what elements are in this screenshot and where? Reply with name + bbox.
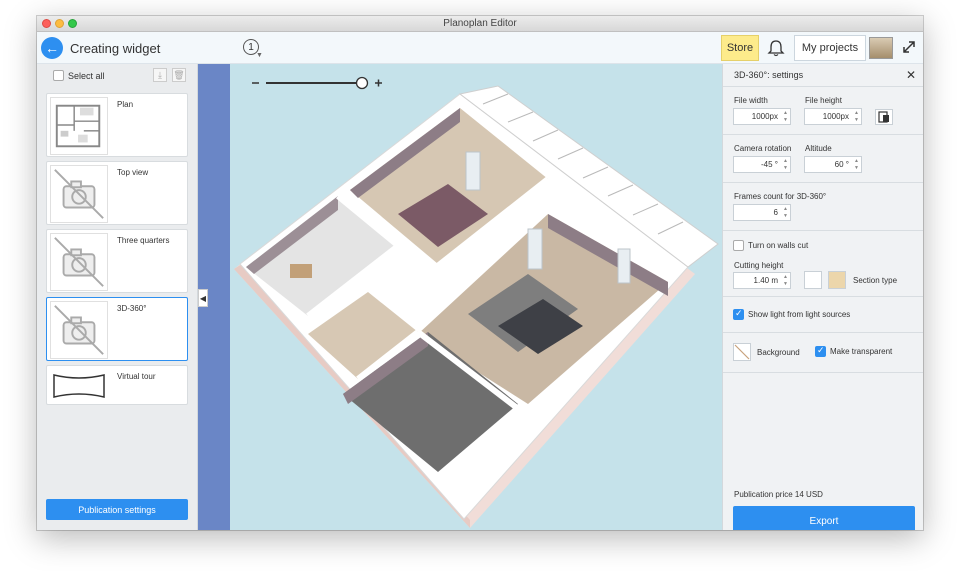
swap-dimensions-button[interactable] xyxy=(875,109,893,125)
background-section: Background Make transparent xyxy=(723,332,923,372)
view-card-top-view[interactable]: Top view xyxy=(46,161,188,225)
no-camera-icon xyxy=(50,165,108,223)
select-all-label: Select all xyxy=(68,70,105,81)
bell-icon[interactable] xyxy=(766,39,786,57)
spinner-arrows-icon[interactable]: ▲ ▼ xyxy=(783,274,788,288)
panorama-icon xyxy=(53,374,105,398)
apartment-3d-render[interactable] xyxy=(198,64,722,530)
walls-cut-section: Turn on walls cut Cutting height 1.40 m … xyxy=(723,230,923,296)
spinner-arrows-icon[interactable]: ▲ ▼ xyxy=(783,110,788,124)
window-title: Planoplan Editor xyxy=(443,18,517,29)
spinner-arrows-icon[interactable]: ▲ ▼ xyxy=(783,206,788,220)
camera-section: Camera rotation -45 ° ▲ ▼ Altitude 60 ° ▲… xyxy=(723,134,923,182)
light-section: Show light from light sources xyxy=(723,296,923,332)
frames-value: 6 xyxy=(773,208,778,217)
no-color-icon xyxy=(734,344,750,360)
3d-viewport[interactable] xyxy=(198,64,722,530)
file-width-value: 1000px xyxy=(751,112,778,121)
settings-panel: 3D-360°: settings ✕ File width 1000px ▲ ▼… xyxy=(722,64,923,530)
file-width-label: File width xyxy=(734,96,768,105)
select-all-checkbox[interactable]: Select all xyxy=(53,70,105,81)
altitude-label: Altitude xyxy=(805,144,832,153)
frames-label: Frames count for 3D-360° xyxy=(734,192,827,201)
publication-price: Publication price 14 USD xyxy=(734,490,823,499)
frames-section: Frames count for 3D-360° 6 ▲ ▼ xyxy=(723,182,923,230)
cutting-height-value: 1.40 m xyxy=(753,276,778,285)
app-window: Planoplan Editor ← Creating widget 1 ▼ S… xyxy=(37,16,923,530)
collapse-panel-button[interactable]: ◀ xyxy=(198,289,208,307)
file-height-label: File height xyxy=(805,96,842,105)
view-card-3d-360[interactable]: 3D-360° xyxy=(46,297,188,361)
my-projects-button[interactable]: My projects xyxy=(794,35,866,61)
view-card-virtual-tour[interactable]: Virtual tour xyxy=(46,365,188,405)
trash-icon[interactable]: 🗑 xyxy=(172,68,186,82)
chevron-down-icon[interactable]: ▼ xyxy=(256,52,263,59)
file-width-input[interactable]: 1000px ▲ ▼ xyxy=(733,108,791,125)
swap-icon xyxy=(878,111,889,123)
spinner-arrows-icon[interactable]: ▲ ▼ xyxy=(854,158,859,172)
section-color-beige[interactable] xyxy=(828,271,846,289)
checkbox[interactable] xyxy=(733,240,744,251)
title-bar: Planoplan Editor xyxy=(37,16,923,32)
view-card-label: 3D-360° xyxy=(117,304,147,313)
walls-cut-label: Turn on walls cut xyxy=(748,241,809,250)
download-icon[interactable]: ⤓ xyxy=(153,68,167,82)
camera-rotation-input[interactable]: -45 ° ▲ ▼ xyxy=(733,156,791,173)
publication-settings-button[interactable]: Publication settings xyxy=(46,499,188,520)
cutting-height-label: Cutting height xyxy=(734,261,784,270)
store-button[interactable]: Store xyxy=(721,35,759,61)
close-icon[interactable]: ✕ xyxy=(906,68,916,82)
view-card-plan[interactable]: Plan xyxy=(46,93,188,157)
divider xyxy=(723,372,923,373)
file-height-value: 1000px xyxy=(822,112,849,121)
settings-title: 3D-360°: settings xyxy=(734,70,804,80)
view-card-label: Three quarters xyxy=(117,236,170,245)
background-label: Background xyxy=(757,348,800,357)
checkbox[interactable] xyxy=(53,70,64,81)
arrow-left-icon: ← xyxy=(45,40,59,56)
altitude-value: 60 ° xyxy=(834,160,849,169)
file-height-input[interactable]: 1000px ▲ ▼ xyxy=(804,108,862,125)
spinner-arrows-icon[interactable]: ▲ ▼ xyxy=(854,110,859,124)
fullscreen-icon[interactable] xyxy=(901,39,917,55)
plan-thumbnail xyxy=(50,97,108,155)
background-color-swatch[interactable] xyxy=(733,343,751,361)
checkbox[interactable] xyxy=(815,345,826,357)
make-transparent-label: Make transparent xyxy=(830,347,893,356)
back-button[interactable]: ← xyxy=(41,37,63,59)
view-card-label: Virtual tour xyxy=(117,372,156,381)
make-transparent-checkbox[interactable]: Make transparent xyxy=(815,345,893,357)
zoom-slider[interactable] xyxy=(252,76,382,90)
show-light-checkbox[interactable]: Show light from light sources xyxy=(733,308,851,320)
file-size-section: File width 1000px ▲ ▼ File height 1000px … xyxy=(723,86,923,134)
camera-rotation-value: -45 ° xyxy=(761,160,778,169)
view-card-label: Plan xyxy=(117,100,134,109)
no-camera-icon xyxy=(50,233,108,291)
export-button[interactable]: Export xyxy=(733,506,915,530)
view-card-three-quarters[interactable]: Three quarters xyxy=(46,229,188,293)
spinner-arrows-icon[interactable]: ▲ ▼ xyxy=(783,158,788,172)
page-title: Creating widget xyxy=(70,41,161,56)
app-header: ← Creating widget 1 ▼ Store My projects xyxy=(37,32,923,64)
camera-rotation-label: Camera rotation xyxy=(734,144,792,153)
view-card-label: Top view xyxy=(117,168,149,177)
checkbox[interactable] xyxy=(733,308,744,320)
no-camera-icon xyxy=(50,301,108,359)
frames-input[interactable]: 6 ▲ ▼ xyxy=(733,204,791,221)
section-color-white[interactable] xyxy=(804,271,822,289)
show-light-label: Show light from light sources xyxy=(748,310,851,319)
zoom-handle xyxy=(355,76,369,90)
cutting-height-input[interactable]: 1.40 m ▲ ▼ xyxy=(733,272,791,289)
section-type-label: Section type xyxy=(853,276,898,285)
avatar[interactable] xyxy=(869,37,893,59)
altitude-input[interactable]: 60 ° ▲ ▼ xyxy=(804,156,862,173)
views-panel: Select all ⤓ 🗑 Plan Top view Three quart… xyxy=(37,64,198,530)
walls-cut-checkbox[interactable]: Turn on walls cut xyxy=(733,240,808,251)
